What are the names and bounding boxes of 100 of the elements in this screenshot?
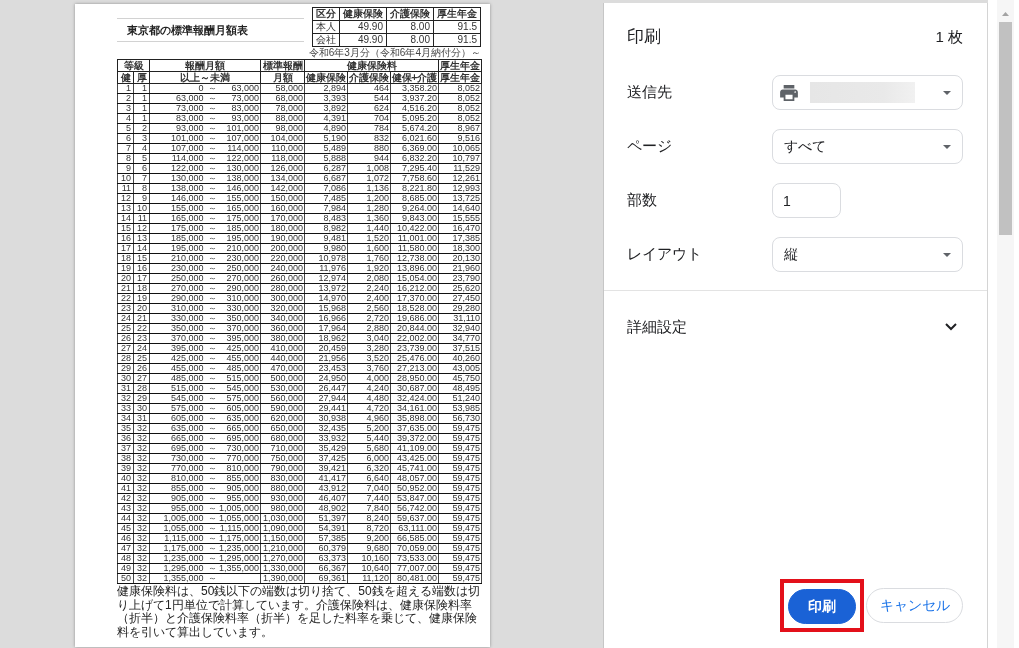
- dropdown[interactable]: すべて: [772, 129, 963, 164]
- print-button[interactable]: 印刷: [788, 589, 856, 624]
- table-cell: 425,000: [149, 353, 207, 364]
- table-cell: 4,391: [304, 113, 348, 124]
- table-cell: 1,008: [347, 163, 391, 174]
- table-cell: 59,475: [438, 483, 482, 494]
- table-cell: 130,000: [149, 173, 207, 184]
- table-cell: 39,372.00: [390, 433, 439, 444]
- table-cell: 110,000: [260, 143, 305, 154]
- table-cell: 3,892: [304, 103, 348, 114]
- table-cell: 34,770: [438, 333, 482, 344]
- table-cell: 39,421: [304, 463, 348, 474]
- table-cell: 83,000: [149, 113, 207, 124]
- table-cell: ～: [206, 83, 217, 94]
- table-cell: 5: [117, 123, 134, 134]
- table-cell: 48,495: [438, 383, 482, 394]
- table-cell: 56,730: [438, 413, 482, 424]
- table-cell: 880: [347, 143, 391, 154]
- table-cell: 66,367: [304, 563, 348, 574]
- column-header: 月額: [260, 71, 305, 84]
- table-cell: 5,190: [304, 133, 348, 144]
- table-cell: 12: [117, 193, 134, 204]
- table-cell: 1,136: [347, 183, 391, 194]
- table-cell: 6,687: [304, 173, 348, 184]
- table-cell: 53,985: [438, 403, 482, 414]
- table-cell: 59,475: [438, 463, 482, 474]
- table-cell: ～: [206, 153, 217, 164]
- table-cell: 330,000: [149, 313, 207, 324]
- table-cell: 30: [133, 403, 150, 414]
- table-cell: 32: [133, 433, 150, 444]
- table-cell: 3: [117, 103, 134, 114]
- table-cell: 590,000: [260, 403, 305, 414]
- table-cell: 39: [117, 463, 134, 474]
- table-cell: 1,600: [347, 243, 391, 254]
- scroll-up-arrow-icon[interactable]: [1002, 12, 1009, 16]
- table-cell: 27,450: [438, 293, 482, 304]
- table-cell: 320,000: [260, 303, 305, 314]
- table-cell: 704: [347, 113, 391, 124]
- table-cell: 210,000: [216, 243, 261, 254]
- table-cell: 12,993: [438, 183, 482, 194]
- table-cell: 25,476.00: [390, 353, 439, 364]
- table-cell: ～: [206, 543, 217, 554]
- table-cell: 59,475: [438, 563, 482, 574]
- table-cell: 37,425: [304, 453, 348, 464]
- column-header: 厚生年金: [433, 7, 481, 21]
- table-cell: 59,637.00: [390, 513, 439, 524]
- table-cell: ～: [206, 203, 217, 214]
- table-cell: 1,235,000: [216, 543, 261, 554]
- table-cell: 12,261: [438, 173, 482, 184]
- table-cell: 48,902: [304, 503, 348, 514]
- table-cell: 51,397: [304, 513, 348, 524]
- table-cell: 330,000: [216, 303, 261, 314]
- table-cell: ～: [206, 353, 217, 364]
- table-cell: 17,370.00: [390, 293, 439, 304]
- table-cell: 77,007.00: [390, 563, 439, 574]
- table-cell: 1,440: [347, 223, 391, 234]
- table-cell: 7,086: [304, 183, 348, 194]
- table-cell: 2,080: [347, 273, 391, 284]
- table-cell: 635,000: [216, 413, 261, 424]
- table-cell: 32: [133, 543, 150, 554]
- table-cell: 130,000: [216, 163, 261, 174]
- table-cell: 455,000: [216, 353, 261, 364]
- table-cell: ～: [206, 523, 217, 534]
- table-cell: 0: [149, 83, 207, 94]
- footnote-text: 健康保険料は、50銭以下の端数は切り捨て、50銭を超える端数は切り上げて1円単位で計算しています。介護保険料は、健康保険料率（折半）と介護保険料率（折半）を足した料率を乗じて、健康保険料を引いて算出しています。: [117, 585, 481, 639]
- cancel-button[interactable]: キャンセル: [866, 588, 963, 623]
- table-cell: 59,475: [438, 443, 482, 454]
- table-cell: 5,200: [347, 423, 391, 434]
- table-cell: 43,912: [304, 483, 348, 494]
- column-header: 健保+介護: [390, 71, 439, 84]
- table-cell: 7,485: [304, 193, 348, 204]
- table-cell: 46,407: [304, 493, 348, 504]
- table-cell: 1,175,000: [216, 533, 261, 544]
- table-cell: 350,000: [216, 313, 261, 324]
- table-cell: 60,379: [304, 543, 348, 554]
- number-input-field[interactable]: 1: [772, 183, 841, 218]
- table-cell: 32: [133, 563, 150, 574]
- table-cell: ～: [206, 163, 217, 174]
- table-cell: 1,115,000: [216, 523, 261, 534]
- table-cell: 1,295,000: [216, 553, 261, 564]
- dropdown[interactable]: 縦: [772, 237, 963, 272]
- table-cell: 31,110: [438, 313, 482, 324]
- table-cell: 1,295,000: [149, 563, 207, 574]
- table-cell: ～: [206, 343, 217, 354]
- table-cell: 1,175,000: [149, 543, 207, 554]
- scrollbar[interactable]: [997, 0, 1014, 648]
- table-cell: 70,059.00: [390, 543, 439, 554]
- table-cell: 22,002.00: [390, 333, 439, 344]
- table-cell: 4,240: [347, 383, 391, 394]
- table-cell: 11,120: [347, 573, 391, 584]
- table-cell: 905,000: [149, 493, 207, 504]
- table-cell: 16,212.00: [390, 283, 439, 294]
- table-cell: 6: [117, 133, 134, 144]
- table-cell: 28,950.00: [390, 373, 439, 384]
- table-cell: 13,972: [304, 283, 348, 294]
- destination-dropdown[interactable]: [772, 75, 963, 110]
- table-cell: 93,000: [149, 123, 207, 134]
- table-cell: ～: [206, 233, 217, 244]
- scrollbar-thumb[interactable]: [999, 22, 1012, 235]
- table-cell: 78,000: [260, 103, 305, 114]
